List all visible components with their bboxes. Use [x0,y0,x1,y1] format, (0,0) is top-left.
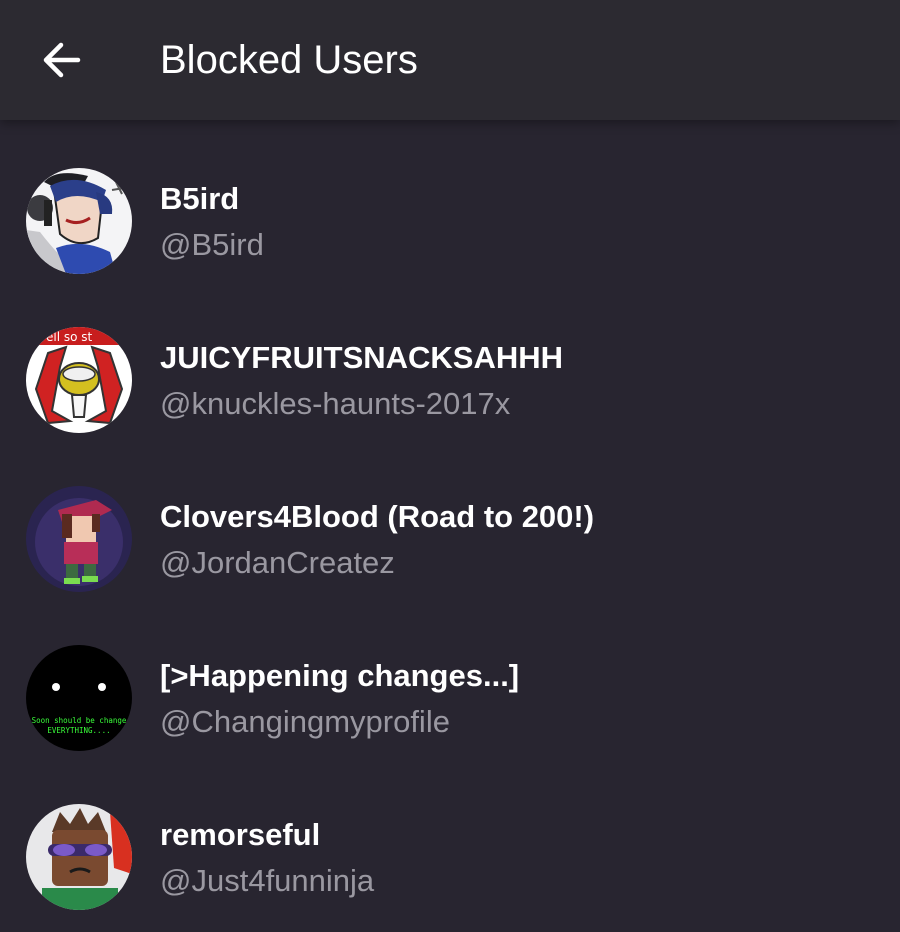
avatar: ell so st [26,327,132,433]
user-display-name: [>Happening changes...] [160,658,520,693]
avatar-caption: ell so st [46,330,93,344]
app-bar: Blocked Users [0,0,900,120]
user-handle: @knuckles-haunts-2017x [160,386,511,421]
avatar: Soon should be change EVERYTHING.... [26,645,132,751]
arrow-left-icon [43,42,81,78]
page-title: Blocked Users [160,38,418,82]
back-button[interactable] [30,30,92,90]
avatar-caption: Soon should be change [32,716,127,725]
user-display-name: B5ird [160,181,240,216]
list-item[interactable]: remorseful @Just4funninja [0,756,900,915]
list-item[interactable]: ell so st JUICYFRUITSNACKSAHHH @knuckles… [0,279,900,438]
list-item[interactable]: Soon should be change EVERYTHING.... [>H… [0,597,900,756]
list-item[interactable]: Clovers4Blood (Road to 200!) @JordanCrea… [0,438,900,597]
user-handle: @JordanCreatez [160,545,395,580]
list-item[interactable]: B5ird @B5ird [0,120,900,279]
user-display-name: remorseful [160,817,321,852]
avatar-caption: EVERYTHING.... [47,726,110,735]
user-display-name: JUICYFRUITSNACKSAHHH [160,340,564,375]
user-display-name: Clovers4Blood (Road to 200!) [160,499,595,534]
avatar [26,168,132,274]
user-handle: @Changingmyprofile [160,704,450,739]
user-handle: @B5ird [160,227,264,262]
avatar [26,486,132,592]
avatar [26,804,132,910]
user-handle: @Just4funninja [160,863,375,898]
